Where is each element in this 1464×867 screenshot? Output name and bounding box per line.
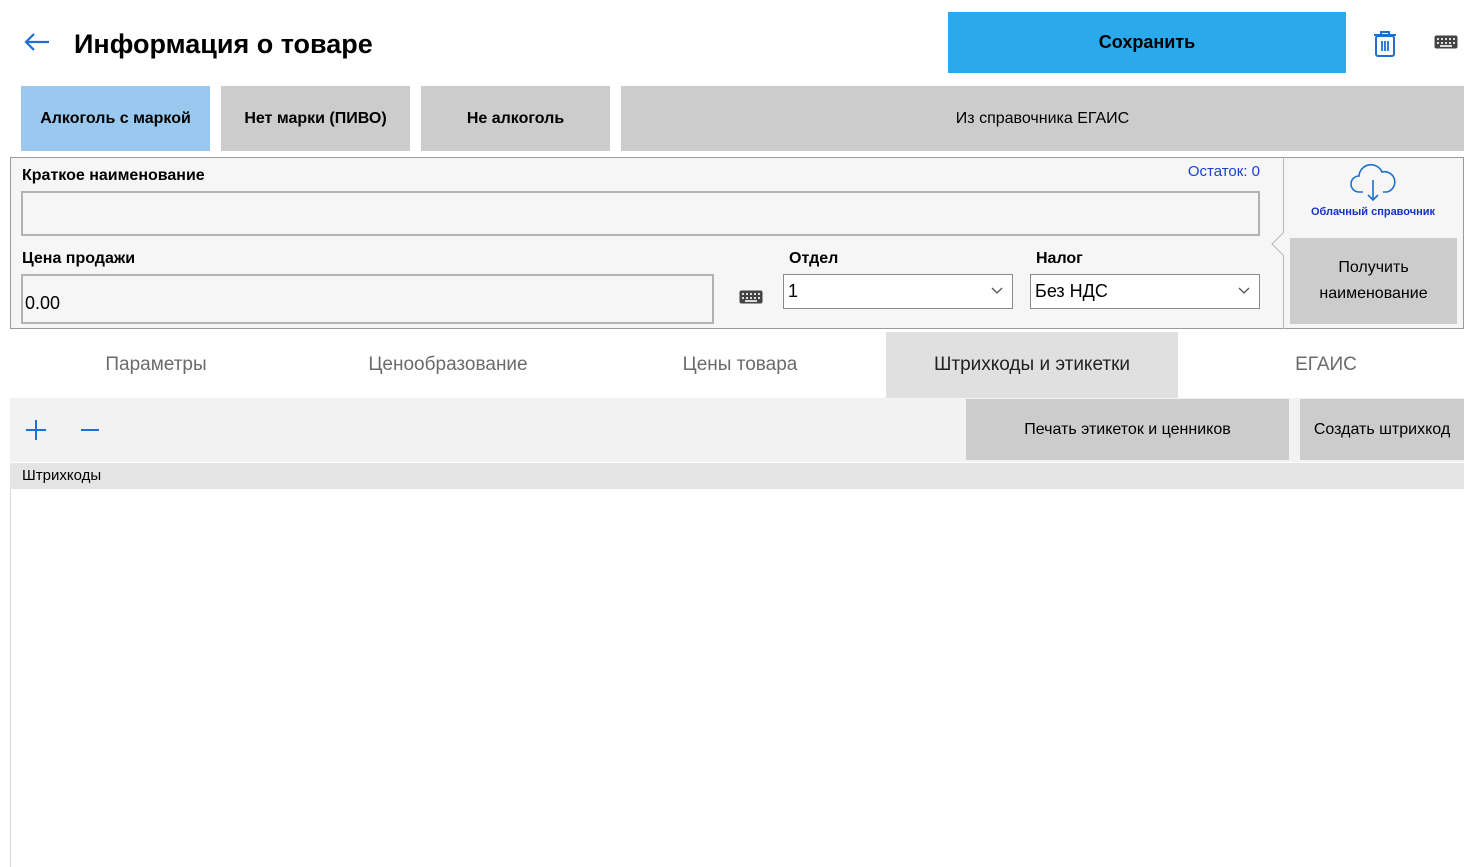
chevron-down-icon: [991, 287, 1003, 294]
print-labels-button[interactable]: Печать этикеток и ценников: [966, 399, 1289, 460]
trash-icon: [1374, 31, 1396, 57]
plus-icon: [26, 420, 46, 440]
tab-egais[interactable]: ЕГАИС: [1178, 332, 1464, 398]
type-no-mark-beer-button[interactable]: Нет марки (ПИВО): [221, 86, 410, 151]
keyboard-icon: [739, 290, 763, 304]
barcodes-list-header: Штрихкоды: [10, 463, 1464, 489]
chevron-down-icon: [1238, 287, 1250, 294]
cloud-catalog-button[interactable]: Облачный справочник: [1290, 162, 1456, 232]
page-title: Информация о товаре: [74, 29, 373, 59]
remainder-link[interactable]: Остаток: 0: [1100, 162, 1260, 182]
type-alcohol-marked-button[interactable]: Алкоголь с маркой: [21, 86, 210, 151]
create-barcode-button[interactable]: Создать штрихкод: [1300, 399, 1464, 460]
sale-price-input[interactable]: [21, 274, 714, 324]
cloud-download-icon: [1350, 163, 1396, 202]
tab-parameters[interactable]: Параметры: [10, 332, 302, 398]
tab-pricing[interactable]: Ценообразование: [302, 332, 594, 398]
delete-button[interactable]: [1366, 26, 1404, 62]
department-value: 1: [788, 281, 799, 301]
cloud-catalog-label: Облачный справочник: [1310, 206, 1436, 218]
department-select[interactable]: 1: [783, 274, 1013, 309]
barcodes-list[interactable]: [10, 489, 1464, 867]
keyboard-button[interactable]: [1432, 30, 1460, 54]
short-name-input[interactable]: [21, 191, 1260, 236]
back-button[interactable]: [14, 22, 60, 62]
add-barcode-button[interactable]: [22, 416, 50, 444]
arrow-left-icon: [24, 33, 49, 51]
minus-icon: [81, 429, 99, 431]
sale-price-label: Цена продажи: [22, 250, 136, 267]
type-non-alcohol-button[interactable]: Не алкоголь: [421, 86, 610, 151]
callout-pointer: [1271, 232, 1284, 256]
tax-label: Налог: [1036, 250, 1083, 267]
get-name-button[interactable]: Получить наименование: [1290, 238, 1457, 324]
tax-select[interactable]: Без НДС: [1030, 274, 1260, 309]
tax-value: Без НДС: [1035, 281, 1108, 301]
save-button[interactable]: Сохранить: [948, 12, 1346, 73]
keyboard-icon: [1434, 35, 1458, 49]
department-label: Отдел: [789, 250, 839, 267]
tab-barcodes-labels[interactable]: Штрихкоды и этикетки: [886, 332, 1178, 398]
price-keyboard-button[interactable]: [738, 287, 764, 307]
tab-product-prices[interactable]: Цены товара: [594, 332, 886, 398]
remove-barcode-button[interactable]: [76, 416, 104, 444]
short-name-label: Краткое наименование: [22, 167, 205, 184]
from-egais-catalog-button[interactable]: Из справочника ЕГАИС: [621, 86, 1464, 151]
